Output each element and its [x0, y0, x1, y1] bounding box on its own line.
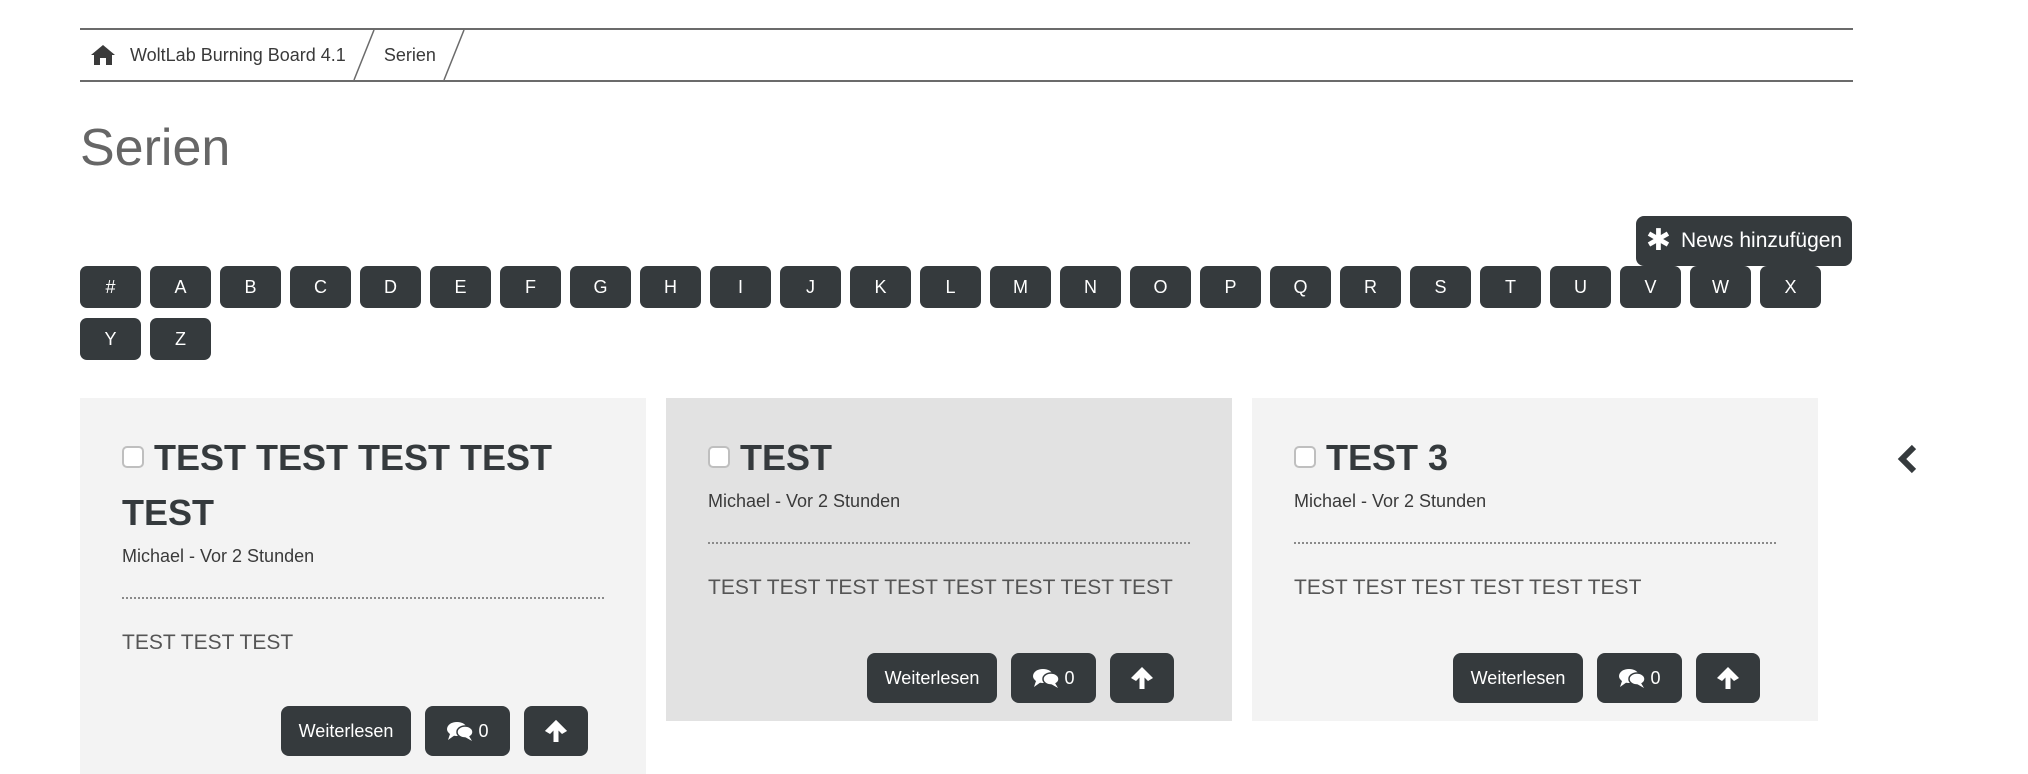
- letter-button-u[interactable]: U: [1550, 266, 1611, 308]
- letter-button-x[interactable]: X: [1760, 266, 1821, 308]
- comments-button[interactable]: 0: [425, 706, 510, 756]
- letter-button-g[interactable]: G: [570, 266, 631, 308]
- page-title: Serien: [80, 119, 231, 177]
- letter-button-l[interactable]: L: [920, 266, 981, 308]
- add-news-button[interactable]: ✱ News hinzufügen: [1636, 216, 1852, 266]
- asterisk-icon: ✱: [1645, 224, 1672, 257]
- news-card-meta: Michael - Vor 2 Stunden: [122, 546, 315, 566]
- comments-count: 0: [1064, 667, 1075, 688]
- letter-button-o[interactable]: O: [1130, 266, 1191, 308]
- scroll-up-button[interactable]: [524, 706, 588, 756]
- letter-button-n[interactable]: N: [1060, 266, 1121, 308]
- letter-button-j[interactable]: J: [780, 266, 841, 308]
- breadcrumb: WoltLab Burning Board 4.1 Serien: [80, 28, 1853, 82]
- news-card-actions: Weiterlesen 0: [267, 706, 588, 756]
- letter-button-m[interactable]: M: [990, 266, 1051, 308]
- news-card-meta: Michael - Vor 2 Stunden: [1294, 491, 1487, 511]
- news-card-title[interactable]: TEST: [708, 430, 1190, 485]
- news-card: TEST Michael - Vor 2 Stunden TEST TEST T…: [666, 398, 1232, 721]
- comments-button[interactable]: 0: [1011, 653, 1096, 703]
- letter-button-v[interactable]: V: [1620, 266, 1681, 308]
- letter-button-w[interactable]: W: [1690, 266, 1751, 308]
- breadcrumb-separator: [346, 29, 380, 81]
- comments-icon: [447, 722, 475, 741]
- select-checkbox[interactable]: [122, 446, 144, 469]
- news-card-title-text: TEST 3: [1326, 437, 1449, 478]
- letter-button-hash[interactable]: #: [80, 266, 141, 308]
- letter-button-r[interactable]: R: [1340, 266, 1401, 308]
- divider: [1294, 542, 1776, 544]
- letter-button-f[interactable]: F: [500, 266, 561, 308]
- letter-button-z[interactable]: Z: [150, 318, 211, 360]
- news-card-title-text: TEST TEST TEST TEST TEST: [122, 437, 553, 533]
- news-card-actions: Weiterlesen 0: [1439, 653, 1760, 703]
- letter-button-b[interactable]: B: [220, 266, 281, 308]
- read-more-button[interactable]: Weiterlesen: [1453, 653, 1583, 703]
- letter-button-t[interactable]: T: [1480, 266, 1541, 308]
- add-news-label: News hinzufügen: [1681, 229, 1843, 252]
- read-more-button[interactable]: Weiterlesen: [867, 653, 997, 703]
- letter-button-e[interactable]: E: [430, 266, 491, 308]
- news-card-title[interactable]: TEST TEST TEST TEST TEST: [122, 430, 604, 540]
- letter-button-s[interactable]: S: [1410, 266, 1471, 308]
- letter-filter: # A B C D E F G H I J K L M N O P Q R S T U V W X Y Z: [80, 266, 1870, 370]
- breadcrumb-item-serien[interactable]: Serien: [380, 30, 436, 80]
- news-card-title-text: TEST: [740, 437, 833, 478]
- chevron-left-icon[interactable]: [1894, 444, 1922, 474]
- arrow-up-icon: [1717, 667, 1739, 689]
- news-card-text: TEST TEST TEST TEST TEST TEST TEST TEST: [708, 576, 1173, 599]
- letter-button-q[interactable]: Q: [1270, 266, 1331, 308]
- arrow-up-icon: [1131, 667, 1153, 689]
- divider: [122, 597, 604, 599]
- news-card-actions: Weiterlesen 0: [853, 653, 1174, 703]
- scroll-up-button[interactable]: [1696, 653, 1760, 703]
- news-card-text: TEST TEST TEST TEST TEST TEST: [1294, 576, 1642, 599]
- breadcrumb-separator: [436, 29, 470, 81]
- news-card: TEST 3 Michael - Vor 2 Stunden TEST TEST…: [1252, 398, 1818, 721]
- news-card: TEST TEST TEST TEST TEST Michael - Vor 2…: [80, 398, 646, 774]
- letter-button-d[interactable]: D: [360, 266, 421, 308]
- comments-count: 0: [478, 720, 489, 741]
- select-checkbox[interactable]: [708, 446, 730, 469]
- comments-count: 0: [1650, 667, 1661, 688]
- comments-icon: [1033, 669, 1061, 688]
- divider: [708, 542, 1190, 544]
- breadcrumb-item-home[interactable]: WoltLab Burning Board 4.1: [80, 30, 346, 80]
- news-card-text: TEST TEST TEST: [122, 631, 294, 654]
- letter-button-y[interactable]: Y: [80, 318, 141, 360]
- news-card-title[interactable]: TEST 3: [1294, 430, 1776, 485]
- breadcrumb-item-label: WoltLab Burning Board 4.1: [130, 44, 346, 65]
- select-checkbox[interactable]: [1294, 446, 1316, 469]
- home-icon: [91, 45, 115, 65]
- letter-button-a[interactable]: A: [150, 266, 211, 308]
- comments-button[interactable]: 0: [1597, 653, 1682, 703]
- letter-button-k[interactable]: K: [850, 266, 911, 308]
- letter-button-h[interactable]: H: [640, 266, 701, 308]
- letter-button-i[interactable]: I: [710, 266, 771, 308]
- read-more-button[interactable]: Weiterlesen: [281, 706, 411, 756]
- breadcrumb-item-label: Serien: [383, 44, 436, 65]
- news-card-meta: Michael - Vor 2 Stunden: [708, 491, 901, 511]
- comments-icon: [1619, 669, 1647, 688]
- letter-button-c[interactable]: C: [290, 266, 351, 308]
- letter-button-p[interactable]: P: [1200, 266, 1261, 308]
- arrow-up-icon: [545, 720, 567, 742]
- scroll-up-button[interactable]: [1110, 653, 1174, 703]
